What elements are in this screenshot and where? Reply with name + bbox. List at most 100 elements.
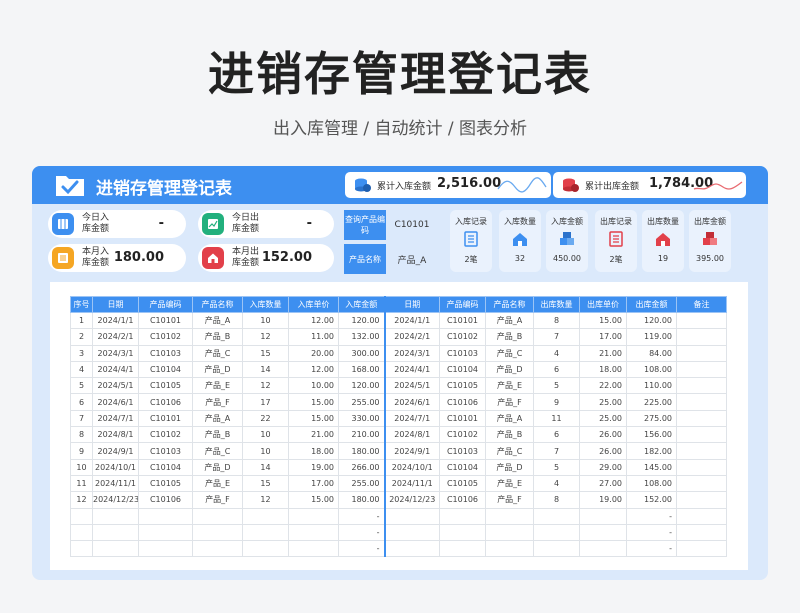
table-cell[interactable] [288, 523, 339, 542]
table-cell[interactable]: 11 [70, 474, 93, 493]
table-cell[interactable]: 12 [242, 328, 289, 346]
table-cell[interactable] [579, 507, 627, 525]
column-header[interactable]: 日期 [383, 296, 440, 313]
table-cell[interactable]: C10101 [439, 311, 486, 330]
table-cell[interactable]: 152.00 [626, 491, 677, 509]
table-cell[interactable]: C10106 [439, 491, 486, 509]
table-cell[interactable] [676, 393, 727, 411]
table-cell[interactable]: 产品_F [192, 491, 243, 509]
table-cell[interactable]: 6 [70, 393, 93, 411]
table-cell[interactable] [579, 540, 627, 558]
table-cell[interactable]: 8 [70, 426, 93, 444]
table-cell[interactable]: 15 [242, 474, 289, 493]
table-cell[interactable]: 产品_E [192, 474, 243, 493]
table-cell[interactable]: 17.00 [288, 474, 339, 493]
table-cell[interactable] [242, 540, 289, 558]
table-row[interactable]: 2 2024/2/1 C10102 产品_B 12 11.00 132.00 2024/2/1… [70, 328, 727, 346]
table-cell[interactable]: 产品_C [192, 344, 243, 362]
table-cell[interactable]: 6 [533, 360, 580, 379]
table-cell[interactable]: 2024/10/1 [92, 458, 139, 476]
column-header[interactable]: 入库金额 [338, 296, 385, 313]
table-cell[interactable]: 84.00 [626, 344, 677, 362]
table-row[interactable]: 11 2024/11/1 C10105 产品_E 15 17.00 255.00 2024/1… [70, 474, 727, 493]
table-cell[interactable]: 120.00 [338, 311, 385, 330]
table-cell[interactable]: - [626, 540, 677, 558]
table-cell[interactable]: 15.00 [288, 491, 339, 509]
table-cell[interactable]: 120.00 [338, 377, 385, 395]
table-cell[interactable]: C10102 [138, 426, 193, 444]
table-cell[interactable]: C10106 [138, 491, 193, 509]
table-cell[interactable]: 18.00 [579, 360, 627, 379]
table-cell[interactable]: 3 [70, 344, 93, 362]
table-cell[interactable] [533, 507, 580, 525]
column-header[interactable]: 序号 [70, 296, 93, 313]
table-cell[interactable]: 产品_F [485, 491, 534, 509]
table-cell[interactable] [533, 540, 580, 558]
table-cell[interactable]: 182.00 [626, 442, 677, 460]
table-cell[interactable]: 27.00 [579, 474, 627, 493]
table-cell[interactable] [485, 523, 534, 542]
table-row[interactable]: 5 2024/5/1 C10105 产品_E 12 10.00 120.00 2024/5/1… [70, 377, 727, 395]
table-cell[interactable] [192, 540, 243, 558]
table-row[interactable]: 7 2024/7/1 C10101 产品_A 22 15.00 330.00 2024/7/1… [70, 409, 727, 428]
table-cell[interactable]: 产品_B [485, 328, 534, 346]
table-cell[interactable]: 5 [533, 458, 580, 476]
table-cell[interactable]: 25.00 [579, 393, 627, 411]
table-cell[interactable] [676, 474, 727, 493]
table-cell[interactable] [676, 458, 727, 476]
table-cell[interactable]: 2024/7/1 [92, 409, 139, 428]
column-header[interactable]: 出库数量 [533, 296, 580, 313]
table-cell[interactable]: C10103 [138, 442, 193, 460]
table-cell[interactable]: C10101 [138, 409, 193, 428]
table-cell[interactable]: 产品_A [192, 311, 243, 330]
table-cell[interactable]: 12.00 [288, 311, 339, 330]
table-cell[interactable]: 26.00 [579, 442, 627, 460]
table-cell[interactable]: 2 [70, 328, 93, 346]
table-row[interactable]: 8 2024/8/1 C10102 产品_B 10 21.00 210.00 2024/8/1… [70, 426, 727, 444]
table-cell[interactable]: 2024/4/1 [92, 360, 139, 379]
table-cell[interactable]: 210.00 [338, 426, 385, 444]
table-cell[interactable]: 10 [70, 458, 93, 476]
table-cell[interactable]: 产品_F [485, 393, 534, 411]
table-cell[interactable]: 20.00 [288, 344, 339, 362]
table-cell[interactable]: 2024/3/1 [92, 344, 139, 362]
table-cell[interactable]: 5 [533, 377, 580, 395]
table-cell[interactable] [439, 523, 486, 542]
table-cell[interactable]: C10102 [439, 328, 486, 346]
table-cell[interactable]: 产品_E [485, 377, 534, 395]
table-cell[interactable] [288, 540, 339, 558]
table-cell[interactable]: C10106 [439, 393, 486, 411]
table-cell[interactable] [439, 507, 486, 525]
table-cell[interactable]: 180.00 [338, 442, 385, 460]
table-cell[interactable] [485, 540, 534, 558]
table-cell[interactable]: 2024/2/1 [92, 328, 139, 346]
table-cell[interactable]: 2024/8/1 [383, 426, 440, 444]
table-cell[interactable]: - [626, 523, 677, 542]
table-cell[interactable]: 4 [533, 474, 580, 493]
table-cell[interactable]: 17.00 [579, 328, 627, 346]
table-cell[interactable]: 2024/2/1 [383, 328, 440, 346]
table-cell[interactable] [138, 523, 193, 542]
table-cell[interactable] [192, 523, 243, 542]
table-cell[interactable]: 29.00 [579, 458, 627, 476]
table-cell[interactable]: C10106 [138, 393, 193, 411]
table-cell[interactable]: 产品_D [192, 360, 243, 379]
table-cell[interactable]: 8 [533, 311, 580, 330]
table-cell[interactable]: 15.00 [288, 409, 339, 428]
table-cell[interactable]: 2024/1/1 [383, 311, 440, 330]
table-cell[interactable]: 22.00 [579, 377, 627, 395]
table-cell[interactable]: 产品_C [192, 442, 243, 460]
table-cell[interactable]: 2024/4/1 [383, 360, 440, 379]
table-row[interactable]: 9 2024/9/1 C10103 产品_C 10 18.00 180.00 2024/9/1… [70, 442, 727, 460]
table-cell[interactable]: - [338, 540, 385, 558]
table-cell[interactable]: 产品_C [485, 344, 534, 362]
table-cell[interactable]: 产品_E [192, 377, 243, 395]
table-cell[interactable]: 1 [70, 311, 93, 330]
table-cell[interactable]: 330.00 [338, 409, 385, 428]
table-cell[interactable]: 19.00 [579, 491, 627, 509]
table-cell[interactable]: 22 [242, 409, 289, 428]
table-cell[interactable]: 120.00 [626, 311, 677, 330]
table-cell[interactable] [533, 523, 580, 542]
table-cell[interactable]: 15.00 [579, 311, 627, 330]
table-cell[interactable] [485, 507, 534, 525]
